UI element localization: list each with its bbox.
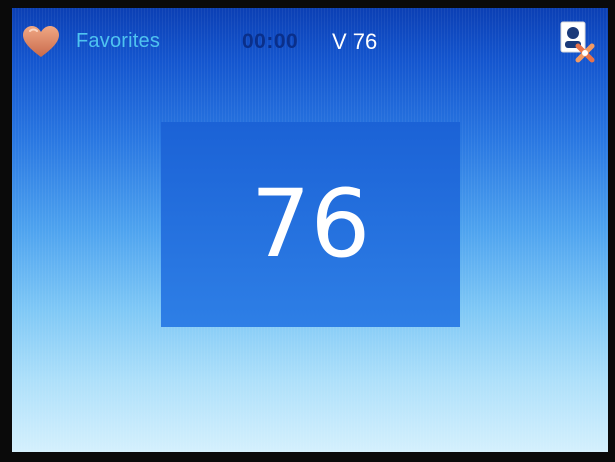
device-bezel: Favorites 00:00 V 76 76 bbox=[0, 0, 615, 462]
favorites-label[interactable]: Favorites bbox=[76, 30, 160, 53]
time-display: 00:00 bbox=[242, 30, 299, 53]
heart-icon[interactable] bbox=[22, 25, 60, 59]
channel-number-panel: 76 bbox=[161, 122, 460, 327]
top-status-bar: Favorites 00:00 V 76 bbox=[12, 8, 608, 80]
channel-indicator: V 76 bbox=[332, 29, 378, 54]
tv-screen: Favorites 00:00 V 76 76 bbox=[12, 8, 608, 452]
settings-tool-icon[interactable] bbox=[558, 20, 598, 66]
channel-number: 76 bbox=[250, 169, 371, 279]
